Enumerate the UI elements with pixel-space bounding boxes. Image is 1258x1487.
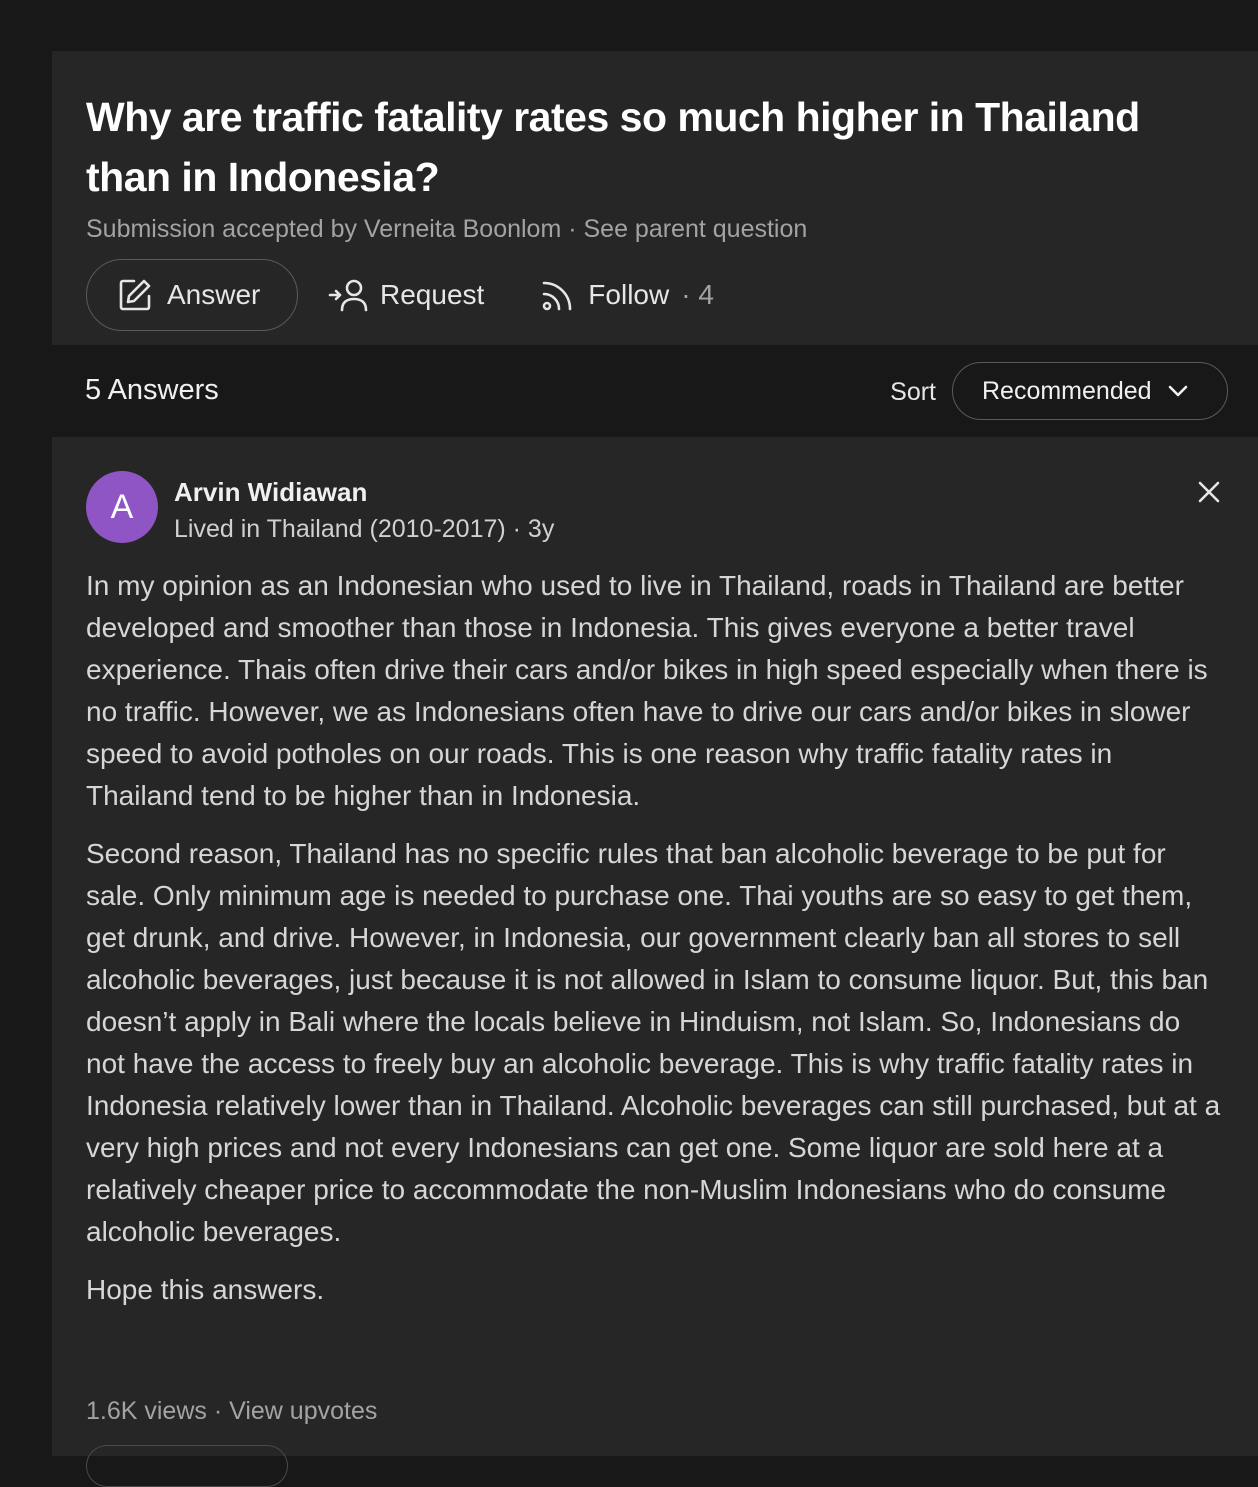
question-actions: Answer Request Follow · 4 bbox=[86, 257, 714, 333]
follow-button[interactable]: Follow · 4 bbox=[540, 277, 714, 313]
answers-header: 5 Answers Sort Recommended bbox=[85, 362, 1228, 422]
answer-paragraph: Hope this answers. bbox=[86, 1274, 325, 1305]
answer-paragraph: Second reason, Thailand has no specific … bbox=[86, 838, 1221, 1247]
request-button-label: Request bbox=[380, 279, 485, 310]
upvote-button[interactable] bbox=[86, 1445, 288, 1487]
question-meta: Submission accepted by Verneita Boonlom … bbox=[86, 215, 807, 244]
answer-card: A Arvin Widiawan Lived in Thailand (2010… bbox=[52, 437, 1258, 1487]
chevron-down-icon bbox=[1166, 379, 1190, 403]
request-button[interactable]: Request bbox=[328, 277, 484, 313]
stats-separator: · bbox=[206, 1397, 230, 1425]
answers-count: 5 Answers bbox=[85, 374, 219, 406]
view-upvotes-link[interactable]: View upvotes bbox=[229, 1397, 377, 1425]
see-parent-question-link[interactable]: See parent question bbox=[584, 215, 808, 243]
add-person-icon bbox=[328, 277, 368, 313]
close-icon bbox=[1196, 479, 1222, 505]
rss-icon bbox=[540, 277, 576, 313]
close-button[interactable] bbox=[1196, 479, 1222, 505]
answer-button[interactable]: Answer bbox=[86, 259, 298, 331]
follow-count: · 4 bbox=[681, 279, 714, 310]
sort-dropdown[interactable]: Recommended bbox=[952, 362, 1228, 420]
meta-separator: · bbox=[561, 215, 584, 243]
answer-paragraph: In my opinion as an Indonesian who used … bbox=[86, 570, 1208, 811]
follow-button-label: Follow bbox=[588, 279, 670, 310]
question-title[interactable]: Why are traffic fatality rates so much h… bbox=[86, 87, 1196, 207]
sort-label: Sort bbox=[890, 378, 936, 406]
answer-button-label: Answer bbox=[167, 279, 261, 310]
author-name[interactable]: Arvin Widiawan bbox=[174, 477, 367, 508]
avatar-letter: A bbox=[110, 487, 134, 526]
sort-dropdown-value: Recommended bbox=[982, 376, 1152, 405]
author-credential: Lived in Thailand (2010-2017) · 3y bbox=[174, 515, 555, 543]
answer-body: In my opinion as an Indonesian who used … bbox=[86, 565, 1226, 1327]
pencil-square-icon bbox=[117, 277, 153, 313]
submission-accepted-text: Submission accepted by Verneita Boonlom bbox=[86, 215, 562, 243]
views-count: 1.6K views bbox=[86, 1397, 207, 1425]
avatar[interactable]: A bbox=[86, 471, 158, 543]
question-card: Why are traffic fatality rates so much h… bbox=[52, 51, 1258, 345]
answer-stats: 1.6K views · View upvotes bbox=[86, 1397, 377, 1426]
